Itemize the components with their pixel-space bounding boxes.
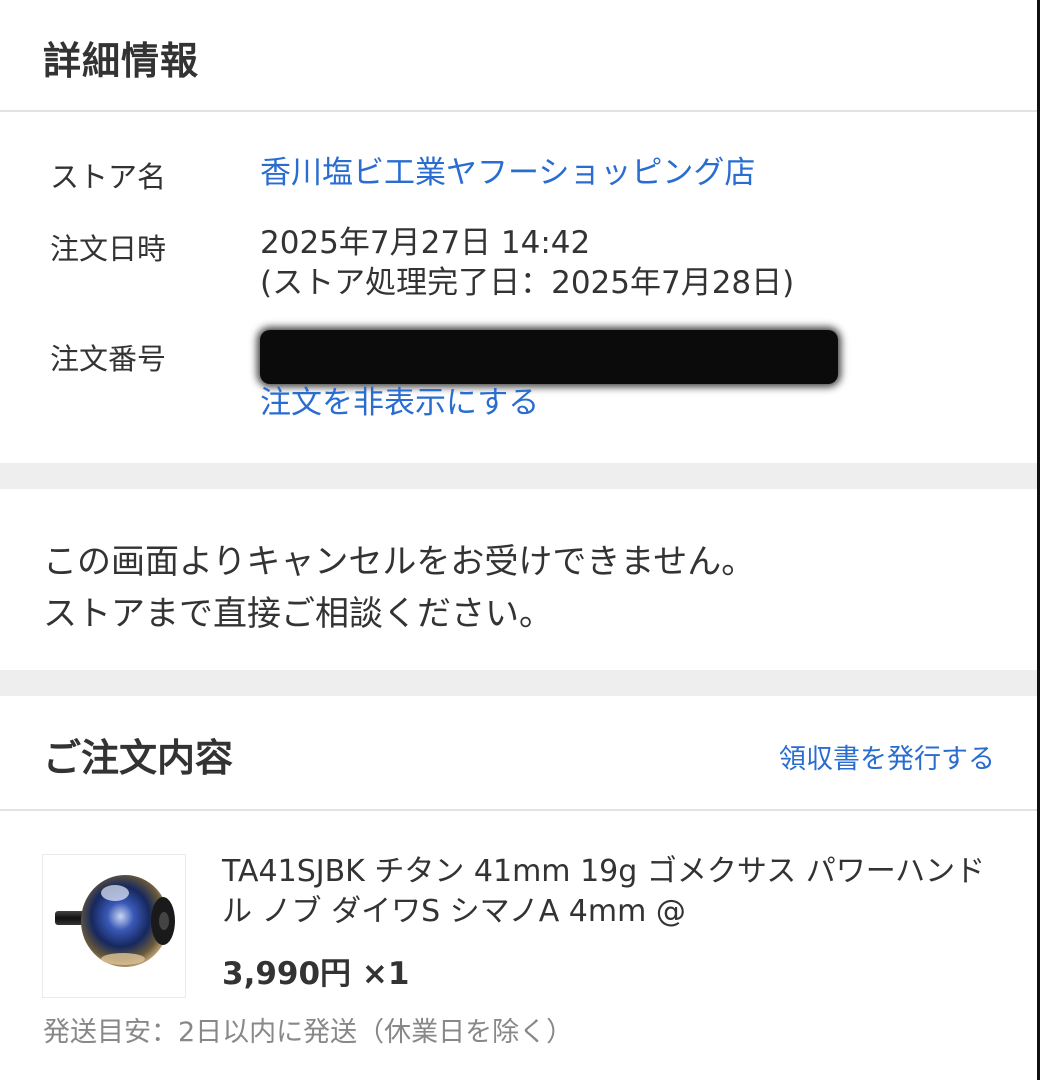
issue-receipt-link[interactable]: 領収書を発行する [779,737,995,776]
shipping-estimate: 発送目安：2日以内に発送（休業日を除く） [43,1017,574,1048]
store-name-link[interactable]: 香川塩ビ工業ヤフーショッピング店 [260,154,755,192]
order-number-label: 注文番号 [50,342,167,376]
details-title: 詳細情報 [43,39,200,83]
order-number-field: kagawaenbikougyouys-10041835 [260,330,838,384]
details-header: 詳細情報 [0,0,1037,112]
product-price: 3,990円 ×1 [222,956,410,992]
cancel-notice-line2: ストアまで直接ご相談ください。 [43,594,553,634]
order-datetime-value: 2025年7月27日 14:42 [260,225,591,261]
redaction-overlay [260,330,838,384]
order-contents-title: ご注文内容 [43,736,234,780]
titanium-knob-product-image[interactable] [42,854,186,998]
hide-order-link[interactable]: 注文を非表示にする [260,384,539,422]
cancel-notice-line1: この画面よりキャンセルをお受けできません。 [43,542,756,582]
product-name-link[interactable]: TA41SJBK チタン 41mm 19g ゴメクサス パワーハンドル ノブ ダ… [222,852,1012,932]
order-contents-header: ご注文内容 領収書を発行する [0,695,1037,811]
store-name-label: ストア名 [50,160,167,194]
order-datetime-label: 注文日時 [50,232,167,266]
section-divider [0,463,1037,489]
order-detail-page: 詳細情報 ストア名 香川塩ビ工業ヤフーショッピング店 注文日時 2025年7月2… [0,0,1040,1080]
section-divider [0,670,1037,696]
store-completion-date: (ストア処理完了日：2025年7月28日) [260,265,795,301]
